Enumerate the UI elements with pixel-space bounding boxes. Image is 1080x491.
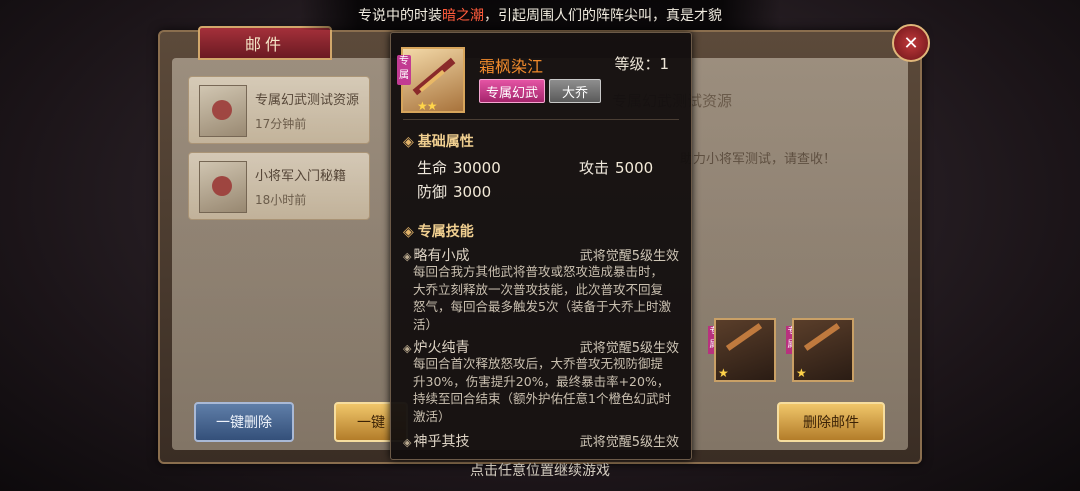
exclusive-badge: 专属 bbox=[397, 55, 411, 85]
mail-item-time: 18小时前 bbox=[255, 193, 307, 207]
delete-all-button[interactable]: 一键删除 bbox=[194, 402, 294, 442]
skill-name: ◈ 神乎其技 bbox=[403, 434, 470, 450]
tag-hero: 大乔 bbox=[549, 79, 601, 103]
skill-section-title: ◈ 专属技能 bbox=[403, 224, 474, 240]
weapon-icon: 专属 ★★ bbox=[397, 47, 465, 113]
mail-detail-body: 助力小将军测试，请查收！ bbox=[680, 152, 837, 167]
attr-atk: 攻击 5000 bbox=[579, 159, 654, 177]
diamond-bullet-icon: ◈ bbox=[403, 224, 414, 240]
attachment-weapon-icon[interactable] bbox=[714, 318, 776, 382]
base-attr-title: ◈ 基础属性 bbox=[403, 134, 474, 150]
skill-condition: 武将觉醒5级生效 bbox=[579, 341, 679, 356]
close-x-icon[interactable]: ✕ bbox=[892, 24, 930, 62]
attr-def: 防御 3000 bbox=[417, 183, 492, 201]
tag-exclusive-weapon: 专属幻武 bbox=[479, 79, 545, 103]
marquee-highlight: 暗之潮 bbox=[442, 8, 484, 24]
star-icons: ★★ bbox=[417, 99, 437, 113]
divider bbox=[403, 119, 679, 120]
mail-item-title: 小将军入门秘籍 bbox=[255, 169, 347, 184]
diamond-bullet-icon: ◈ bbox=[403, 134, 414, 150]
skill-description: 每回合我方其他武将普攻或怒攻造成暴击时，大乔立刻释放一次普攻技能，此次普攻不回复… bbox=[413, 264, 671, 332]
skill-condition: 武将觉醒5级生效 bbox=[579, 249, 679, 264]
mail-list-item[interactable]: 专属幻武测试资源 17分钟前 bbox=[188, 76, 370, 144]
skill-description: 每回合首次释放怒攻后，大乔普攻无视防御提升30%，伤害提升20%，最终暴击率+2… bbox=[413, 356, 671, 424]
item-level: 等级：1 bbox=[614, 55, 669, 73]
mail-item-title: 专属幻武测试资源 bbox=[255, 93, 360, 108]
item-tooltip: 专属 ★★ 霜枫染江 等级：1 专属幻武 大乔 ◈ 基础属性 生命 30000 攻击… bbox=[390, 32, 692, 460]
mail-item-time: 17分钟前 bbox=[255, 117, 307, 131]
broadcast-marquee: 专说中的时装 暗之潮 ，引起周围人们的阵阵尖叫，真是才貌 bbox=[300, 0, 780, 30]
diamond-bullet-icon: ◈ bbox=[403, 436, 412, 449]
diamond-bullet-icon: ◈ bbox=[403, 250, 412, 263]
attr-hp: 生命 30000 bbox=[417, 159, 501, 177]
skill-condition: 武将觉醒5级生效 bbox=[579, 435, 679, 450]
mail-scroll-icon bbox=[199, 161, 247, 213]
mail-scroll-icon bbox=[199, 85, 247, 137]
skill-name: ◈ 炉火纯青 bbox=[403, 340, 470, 356]
mail-list-item[interactable]: 小将军入门秘籍 18小时前 bbox=[188, 152, 370, 220]
marquee-text-before: 专说中的时装 bbox=[358, 8, 442, 24]
continue-hint[interactable]: 点击任意位置继续游戏 bbox=[440, 460, 640, 480]
diamond-bullet-icon: ◈ bbox=[403, 342, 412, 355]
delete-mail-button[interactable]: 删除邮件 bbox=[777, 402, 885, 442]
mail-tab-title: 邮件 bbox=[198, 26, 332, 60]
item-name: 霜枫染江 bbox=[479, 57, 544, 76]
skill-name: ◈ 略有小成 bbox=[403, 248, 470, 264]
attachment-weapon-icon[interactable] bbox=[792, 318, 854, 382]
marquee-text-after: ，引起周围人们的阵阵尖叫，真是才貌 bbox=[484, 8, 722, 24]
